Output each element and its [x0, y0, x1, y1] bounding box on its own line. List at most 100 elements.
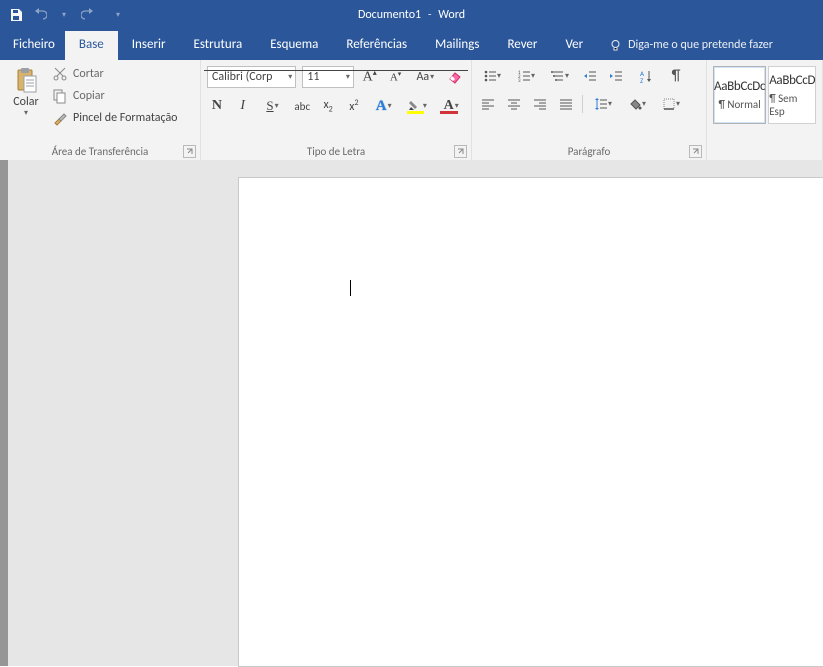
scissors-icon — [52, 66, 68, 82]
tab-review[interactable]: Rever — [493, 31, 551, 60]
style-preview: AaBbCcDc — [714, 79, 765, 94]
window-title: Documento1 - Word — [358, 8, 465, 22]
multilevel-list-button[interactable]: ▾ — [546, 66, 574, 86]
text-effects-button[interactable]: A▾ — [370, 96, 398, 116]
tab-home[interactable]: Base — [65, 31, 118, 60]
title-bar: ▾ ▾ Documento1 - Word — [0, 0, 823, 30]
tab-file[interactable]: Ficheiro — [3, 31, 65, 60]
qat-customize-icon[interactable]: ▾ — [110, 7, 126, 23]
group-font-label: Tipo de Letra — [201, 145, 471, 158]
italic-button[interactable]: I — [233, 96, 253, 116]
text-effects-icon: A — [376, 98, 387, 115]
show-marks-button[interactable]: ¶ — [666, 66, 686, 86]
eraser-icon — [447, 69, 463, 85]
bucket-icon — [628, 97, 642, 111]
indent-icon — [609, 69, 623, 83]
strikethrough-button[interactable]: abc — [292, 96, 312, 116]
copy-label: Copiar — [73, 89, 105, 103]
style-normal[interactable]: AaBbCcDc ¶ Normal — [713, 66, 766, 124]
align-right-button[interactable] — [530, 94, 550, 114]
font-color-button[interactable]: A▾ — [437, 96, 465, 116]
font-launcher[interactable] — [454, 145, 467, 158]
undo-dropdown-icon[interactable]: ▾ — [56, 7, 72, 23]
sort-button[interactable]: AZ — [632, 66, 660, 86]
tab-references[interactable]: Referências — [332, 31, 421, 60]
borders-icon — [662, 97, 676, 111]
style-normal-label: ¶ Normal — [718, 98, 760, 111]
style-nospace-label: ¶ Sem Esp — [769, 92, 815, 118]
ribbon: Colar ▾ Cortar Copiar Pincel de Formataç… — [0, 60, 823, 161]
tab-insert[interactable]: Inserir — [118, 31, 180, 60]
paste-dropdown-icon[interactable]: ▾ — [24, 110, 28, 116]
left-gutter — [0, 160, 8, 666]
bold-icon: N — [212, 98, 222, 114]
bullets-button[interactable]: ▾ — [478, 66, 506, 86]
save-icon[interactable] — [8, 7, 24, 23]
tab-layout[interactable]: Estrutura — [180, 31, 257, 60]
bold-button[interactable]: N — [207, 96, 227, 116]
cut-button[interactable]: Cortar — [52, 66, 178, 82]
copy-button[interactable]: Copiar — [52, 88, 178, 104]
numbering-button[interactable]: 123▾ — [512, 66, 540, 86]
subscript-icon: x2 — [323, 98, 332, 114]
tell-me-label: Diga-me o que pretende fazer — [628, 38, 773, 52]
underline-button[interactable]: S▾ — [259, 96, 287, 116]
justify-button[interactable] — [556, 94, 576, 114]
align-left-button[interactable] — [478, 94, 498, 114]
style-preview: AaBbCcD — [769, 73, 815, 88]
chevron-down-icon: ▾ — [346, 72, 350, 82]
title-separator: - — [428, 8, 432, 22]
font-size-value: 11 — [307, 70, 319, 84]
align-center-icon — [507, 97, 521, 111]
clipboard-launcher[interactable] — [183, 145, 196, 158]
highlight-button[interactable]: ▾ — [404, 96, 432, 116]
tab-view[interactable]: Ver — [551, 31, 597, 60]
borders-button[interactable]: ▾ — [657, 94, 685, 114]
paste-button[interactable]: Colar ▾ — [6, 64, 46, 142]
format-painter-button[interactable]: Pincel de Formatação — [52, 110, 178, 126]
line-spacing-icon — [594, 97, 608, 111]
superscript-button[interactable]: x2 — [344, 96, 364, 116]
document-area — [0, 160, 823, 666]
paste-label: Colar — [13, 96, 38, 108]
increase-indent-button[interactable] — [606, 66, 626, 86]
undo-icon[interactable] — [32, 7, 48, 23]
tell-me[interactable]: Diga-me o que pretende fazer — [609, 38, 773, 60]
group-styles: AaBbCcDc ¶ Normal AaBbCcD ¶ Sem Esp — [707, 60, 823, 160]
page-background — [8, 160, 823, 666]
lightbulb-icon — [609, 39, 622, 52]
align-center-button[interactable] — [504, 94, 524, 114]
superscript-icon: x2 — [349, 98, 358, 114]
strikethrough-icon: abc — [294, 100, 310, 113]
group-paragraph-label: Parágrafo — [472, 145, 706, 158]
align-right-icon — [533, 97, 547, 111]
chevron-down-icon: ▾ — [288, 72, 292, 82]
line-spacing-button[interactable]: ▾ — [589, 94, 617, 114]
group-font: Calibri (Corp ▾ 11 ▾ A▴ A▾ Aa▾ N I S▾ ab… — [201, 60, 472, 160]
document-page[interactable] — [238, 177, 823, 667]
italic-icon: I — [240, 98, 245, 114]
ribbon-tabs: Ficheiro Base Inserir Estrutura Esquema … — [0, 30, 823, 60]
paragraph-launcher[interactable] — [689, 145, 702, 158]
align-left-icon — [481, 97, 495, 111]
justify-icon — [559, 97, 573, 111]
style-no-spacing[interactable]: AaBbCcD ¶ Sem Esp — [768, 66, 816, 124]
sort-icon: AZ — [639, 69, 653, 83]
brush-icon — [52, 110, 68, 126]
outdent-icon — [583, 69, 597, 83]
group-clipboard: Colar ▾ Cortar Copiar Pincel de Formataç… — [0, 60, 201, 160]
numbering-icon: 123 — [517, 69, 531, 83]
redo-icon[interactable] — [80, 7, 96, 23]
svg-text:3: 3 — [518, 78, 521, 83]
tab-mailings[interactable]: Mailings — [421, 31, 493, 60]
shading-button[interactable]: ▾ — [623, 94, 651, 114]
tab-design[interactable]: Esquema — [256, 31, 332, 60]
subscript-button[interactable]: x2 — [318, 96, 338, 116]
format-painter-label: Pincel de Formatação — [73, 111, 178, 125]
pilcrow-icon: ¶ — [672, 67, 681, 85]
decrease-indent-button[interactable] — [580, 66, 600, 86]
change-case-icon: Aa — [416, 70, 429, 84]
underline-icon: S — [266, 98, 273, 114]
shrink-font-icon: A▾ — [390, 70, 401, 84]
text-cursor — [350, 280, 351, 296]
